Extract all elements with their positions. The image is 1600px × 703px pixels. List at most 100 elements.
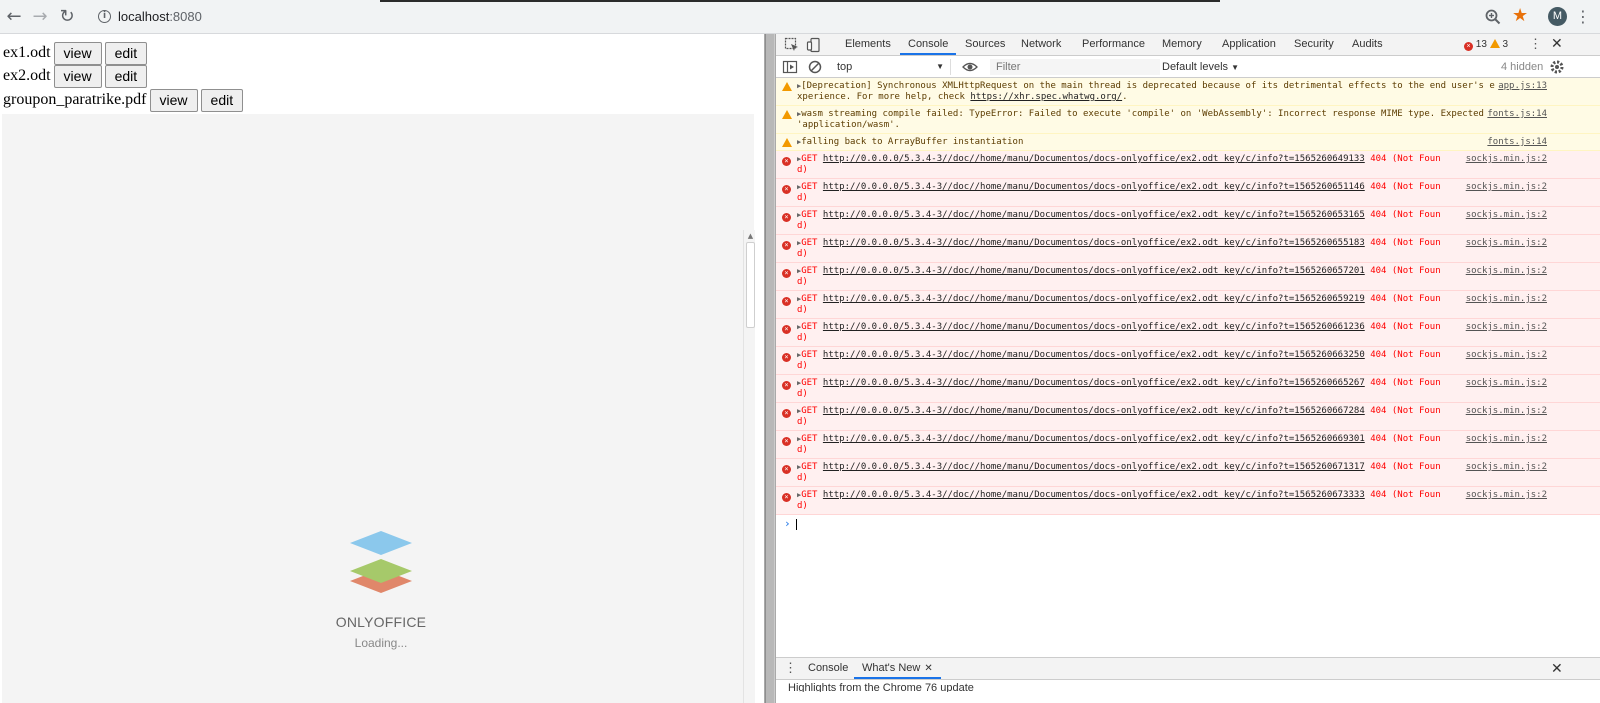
- issue-counter[interactable]: × 13 3: [1464, 38, 1508, 52]
- zoom-icon[interactable]: [1484, 8, 1502, 26]
- scroll-up-icon[interactable]: ▲: [746, 232, 755, 240]
- request-url-link[interactable]: http://0.0.0.0/5.3.4-3//doc//home/manu/D…: [823, 350, 1365, 360]
- splitter-handle[interactable]: [765, 34, 775, 703]
- view-button[interactable]: view: [53, 41, 102, 65]
- source-location-link[interactable]: sockjs.min.js:2: [1466, 266, 1547, 277]
- console-error-row[interactable]: × ▶GET http://0.0.0.0/5.3.4-3//doc//home/…: [776, 347, 1600, 375]
- devtools-menu-icon[interactable]: ⋮: [1529, 36, 1542, 52]
- source-location-link[interactable]: sockjs.min.js:2: [1466, 490, 1547, 501]
- onlyoffice-editor-frame[interactable]: ▲ ONLYOFFICE Loading...: [2, 114, 756, 703]
- request-url-link[interactable]: http://0.0.0.0/5.3.4-3//doc//home/manu/D…: [823, 490, 1365, 500]
- console-prompt[interactable]: ›: [776, 515, 1600, 535]
- console-error-row[interactable]: × ▶GET http://0.0.0.0/5.3.4-3//doc//home/…: [776, 291, 1600, 319]
- console-error-row[interactable]: × ▶GET http://0.0.0.0/5.3.4-3//doc//home/…: [776, 375, 1600, 403]
- address-bar[interactable]: localhost:8080: [118, 9, 202, 24]
- tab-application[interactable]: Application: [1214, 34, 1284, 55]
- profile-avatar[interactable]: M: [1548, 7, 1567, 26]
- context-selector[interactable]: top ▼: [831, 59, 951, 75]
- file-name: ex2.odt: [3, 67, 51, 84]
- console-filter-input[interactable]: [990, 59, 1160, 75]
- console-warning-row[interactable]: ▶wasm streaming compile failed: TypeErro…: [776, 106, 1600, 134]
- tab-console[interactable]: Console: [900, 34, 957, 55]
- tab-security[interactable]: Security: [1286, 34, 1342, 55]
- tab-sources[interactable]: Sources: [957, 34, 1013, 55]
- back-arrow-icon[interactable]: ←: [4, 7, 24, 27]
- request-url-link[interactable]: http://0.0.0.0/5.3.4-3//doc//home/manu/D…: [823, 238, 1365, 248]
- bookmark-star-icon[interactable]: ★: [1512, 5, 1528, 27]
- console-error-row[interactable]: × ▶GET http://0.0.0.0/5.3.4-3//doc//home/…: [776, 459, 1600, 487]
- sidebar-toggle-icon[interactable]: [782, 59, 798, 75]
- edit-button[interactable]: edit: [104, 64, 148, 88]
- console-error-row[interactable]: × ▶GET http://0.0.0.0/5.3.4-3//doc//home/…: [776, 235, 1600, 263]
- source-location-link[interactable]: fonts.js:14: [1487, 137, 1547, 148]
- request-url-link[interactable]: http://0.0.0.0/5.3.4-3//doc//home/manu/D…: [823, 406, 1365, 416]
- source-location-link[interactable]: sockjs.min.js:2: [1466, 434, 1547, 445]
- console-warning-row[interactable]: ▶falling back to ArrayBuffer instantiati…: [776, 134, 1600, 151]
- close-tab-icon[interactable]: ✕: [924, 663, 932, 674]
- request-url-link[interactable]: http://0.0.0.0/5.3.4-3//doc//home/manu/D…: [823, 210, 1365, 220]
- request-url-link[interactable]: http://0.0.0.0/5.3.4-3//doc//home/manu/D…: [823, 182, 1365, 192]
- error-icon: ×: [782, 155, 791, 166]
- source-location-link[interactable]: app.js:13: [1498, 81, 1547, 92]
- request-url-link[interactable]: http://0.0.0.0/5.3.4-3//doc//home/manu/D…: [823, 154, 1365, 164]
- drawer-tab-console[interactable]: Console: [800, 658, 856, 679]
- tab-performance[interactable]: Performance: [1074, 34, 1153, 55]
- tab-elements[interactable]: Elements: [837, 34, 899, 55]
- source-location-link[interactable]: sockjs.min.js:2: [1466, 182, 1547, 193]
- source-location-link[interactable]: sockjs.min.js:2: [1466, 350, 1547, 361]
- clear-console-icon[interactable]: [807, 59, 823, 75]
- view-button[interactable]: view: [53, 64, 102, 88]
- source-location-link[interactable]: sockjs.min.js:2: [1466, 238, 1547, 249]
- source-location-link[interactable]: sockjs.min.js:2: [1466, 210, 1547, 221]
- devtools-splitter[interactable]: [764, 34, 776, 703]
- console-error-row[interactable]: × ▶GET http://0.0.0.0/5.3.4-3//doc//home/…: [776, 263, 1600, 291]
- console-error-row[interactable]: × ▶GET http://0.0.0.0/5.3.4-3//doc//home/…: [776, 319, 1600, 347]
- inspect-element-icon[interactable]: [784, 37, 800, 53]
- close-drawer-icon[interactable]: ✕: [1551, 660, 1563, 677]
- live-expression-eye-icon[interactable]: [962, 59, 978, 75]
- log-levels-dropdown[interactable]: Default levels ▼: [1162, 59, 1239, 76]
- message-link[interactable]: https://xhr.spec.whatwg.org/: [970, 92, 1122, 102]
- forward-arrow-icon[interactable]: →: [30, 7, 50, 27]
- console-error-row[interactable]: × ▶GET http://0.0.0.0/5.3.4-3//doc//home/…: [776, 207, 1600, 235]
- source-location-link[interactable]: sockjs.min.js:2: [1466, 294, 1547, 305]
- console-warning-row[interactable]: ▶[Deprecation] Synchronous XMLHttpReques…: [776, 78, 1600, 106]
- scrollbar-thumb[interactable]: [746, 242, 755, 328]
- request-url-link[interactable]: http://0.0.0.0/5.3.4-3//doc//home/manu/D…: [823, 266, 1365, 276]
- request-url-link[interactable]: http://0.0.0.0/5.3.4-3//doc//home/manu/D…: [823, 434, 1365, 444]
- request-method: GET: [801, 406, 818, 416]
- error-icon: ×: [782, 267, 791, 278]
- source-location-link[interactable]: sockjs.min.js:2: [1466, 378, 1547, 389]
- request-url-link[interactable]: http://0.0.0.0/5.3.4-3//doc//home/manu/D…: [823, 322, 1365, 332]
- tab-network[interactable]: Network: [1013, 34, 1069, 55]
- tab-audits[interactable]: Audits: [1344, 34, 1391, 55]
- edit-button[interactable]: edit: [104, 41, 148, 65]
- source-location-link[interactable]: sockjs.min.js:2: [1466, 406, 1547, 417]
- site-info-icon[interactable]: i: [98, 10, 111, 23]
- source-location-link[interactable]: fonts.js:14: [1487, 109, 1547, 120]
- request-url-link[interactable]: http://0.0.0.0/5.3.4-3//doc//home/manu/D…: [823, 462, 1365, 472]
- message-text: falling back to ArrayBuffer instantiatio…: [801, 137, 1024, 147]
- console-messages[interactable]: ▶[Deprecation] Synchronous XMLHttpReques…: [776, 78, 1600, 658]
- request-url-link[interactable]: http://0.0.0.0/5.3.4-3//doc//home/manu/D…: [823, 294, 1365, 304]
- console-settings-gear-icon[interactable]: [1549, 59, 1565, 75]
- drawer-menu-icon[interactable]: ⋮: [784, 660, 797, 676]
- request-url-link[interactable]: http://0.0.0.0/5.3.4-3//doc//home/manu/D…: [823, 378, 1365, 388]
- source-location-link[interactable]: sockjs.min.js:2: [1466, 322, 1547, 333]
- console-error-row[interactable]: × ▶GET http://0.0.0.0/5.3.4-3//doc//home/…: [776, 179, 1600, 207]
- console-error-row[interactable]: × ▶GET http://0.0.0.0/5.3.4-3//doc//home/…: [776, 151, 1600, 179]
- error-icon: ×: [1464, 42, 1473, 51]
- tab-memory[interactable]: Memory: [1154, 34, 1210, 55]
- console-error-row[interactable]: × ▶GET http://0.0.0.0/5.3.4-3//doc//home/…: [776, 487, 1600, 515]
- source-location-link[interactable]: sockjs.min.js:2: [1466, 462, 1547, 473]
- reload-icon[interactable]: ↻: [57, 7, 77, 27]
- edit-button[interactable]: edit: [200, 88, 244, 112]
- console-error-row[interactable]: × ▶GET http://0.0.0.0/5.3.4-3//doc//home/…: [776, 403, 1600, 431]
- browser-menu-icon[interactable]: ⋮: [1575, 6, 1591, 28]
- close-devtools-icon[interactable]: ✕: [1551, 35, 1563, 52]
- console-error-row[interactable]: × ▶GET http://0.0.0.0/5.3.4-3//doc//home/…: [776, 431, 1600, 459]
- view-button[interactable]: view: [149, 88, 198, 112]
- source-location-link[interactable]: sockjs.min.js:2: [1466, 154, 1547, 165]
- drawer-tab-whats-new[interactable]: What's New ✕: [854, 658, 941, 679]
- device-toolbar-icon[interactable]: [806, 37, 822, 53]
